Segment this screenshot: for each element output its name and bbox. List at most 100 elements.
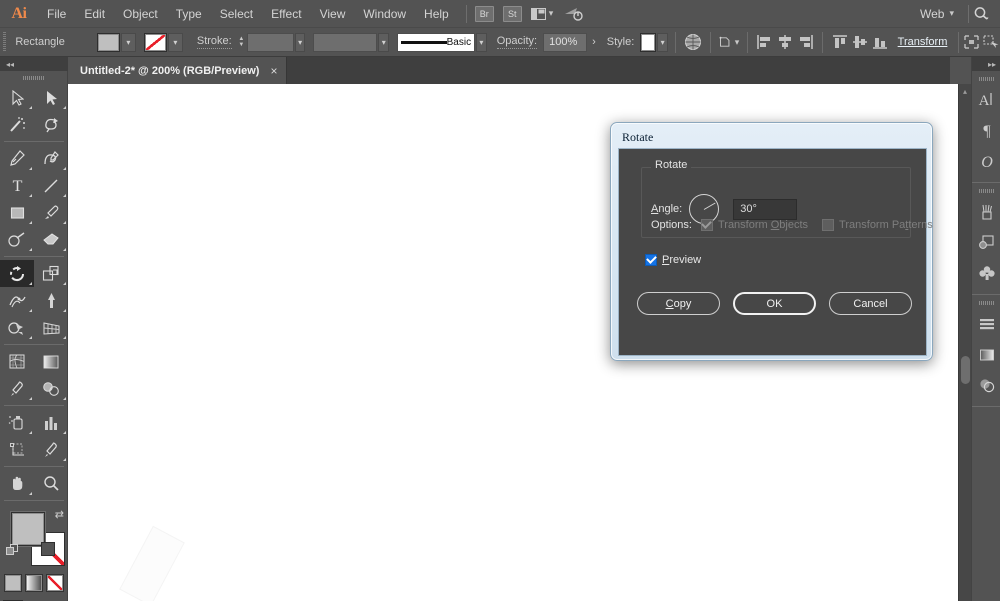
opacity-input[interactable]: 100% — [543, 33, 587, 52]
symbol-sprayer-tool[interactable] — [0, 409, 34, 436]
align-center-horizontal-icon[interactable] — [776, 32, 794, 53]
close-icon[interactable]: × — [270, 65, 277, 77]
column-graph-tool[interactable] — [34, 409, 68, 436]
align-left-icon[interactable] — [756, 32, 774, 53]
swap-fill-stroke-icon[interactable]: ⇄ — [55, 508, 64, 521]
variable-width-dropdown-icon[interactable]: ▾ — [378, 33, 389, 52]
rotate-tool[interactable] — [0, 260, 34, 287]
dock-group-grip[interactable] — [972, 297, 1000, 308]
color-mode-button[interactable] — [4, 574, 22, 592]
eyedropper-tool[interactable] — [0, 375, 34, 402]
opentype-panel-icon[interactable]: O — [972, 146, 1000, 177]
scale-tool[interactable] — [34, 260, 68, 287]
document-tab[interactable]: Untitled-2* @ 200% (RGB/Preview) × — [68, 57, 287, 84]
paintbrush-tool[interactable] — [34, 199, 68, 226]
rectangle-tool[interactable] — [0, 199, 34, 226]
stroke-dropdown-icon[interactable]: ▾ — [168, 33, 183, 52]
control-bar-grip[interactable] — [3, 32, 6, 52]
brush-definition-dropdown-icon[interactable]: ▾ — [476, 33, 487, 52]
stock-button[interactable]: St — [503, 6, 522, 22]
fill-swatch[interactable] — [97, 33, 120, 52]
stroke-weight-label[interactable]: Stroke: — [197, 35, 232, 49]
menu-window[interactable]: Window — [354, 0, 415, 28]
align-right-icon[interactable] — [796, 32, 814, 53]
arrange-documents-icon[interactable]: ▾ — [531, 8, 554, 20]
blend-tool[interactable] — [34, 375, 68, 402]
menu-effect[interactable]: Effect — [262, 0, 310, 28]
mesh-tool[interactable] — [0, 348, 34, 375]
brush-definition-field[interactable]: Basic — [397, 33, 475, 52]
stroke-variable-width-field[interactable] — [313, 33, 377, 52]
artboard-tool[interactable] — [0, 436, 34, 463]
free-transform-tool[interactable] — [34, 287, 68, 314]
pen-tool[interactable] — [0, 145, 34, 172]
eraser-tool[interactable] — [34, 226, 68, 253]
magic-wand-tool[interactable] — [0, 111, 34, 138]
curvature-tool[interactable] — [34, 145, 68, 172]
copy-button[interactable]: Copy — [637, 292, 720, 315]
fill-dropdown-icon[interactable]: ▾ — [121, 33, 136, 52]
dock-group-grip[interactable] — [972, 185, 1000, 196]
fill-swatch-control[interactable]: ▾ — [97, 33, 136, 52]
align-panel-icon[interactable] — [972, 308, 1000, 339]
menu-select[interactable]: Select — [211, 0, 262, 28]
stroke-weight-stepper[interactable]: ▲▼ — [238, 33, 245, 52]
selection-tool[interactable] — [0, 84, 34, 111]
hand-tool[interactable] — [0, 470, 34, 497]
checkbox-icon[interactable] — [645, 254, 657, 266]
align-center-vertical-icon[interactable] — [851, 32, 869, 53]
lasso-tool[interactable] — [34, 111, 68, 138]
graphic-style-swatch[interactable] — [640, 33, 656, 52]
scrollbar-thumb[interactable] — [961, 356, 970, 384]
transform-shape-icon[interactable]: ▾ — [718, 32, 739, 53]
angle-input[interactable]: 30° — [733, 199, 797, 220]
rotate-dialog[interactable]: Rotate Rotate Angle: 30° Options: Transf… — [610, 122, 933, 361]
symbols-panel-icon[interactable] — [972, 227, 1000, 258]
ok-button[interactable]: OK — [733, 292, 816, 315]
vertical-scrollbar[interactable]: ▴ — [958, 84, 971, 601]
default-fill-stroke-icon[interactable] — [6, 544, 19, 557]
shaper-tool[interactable] — [0, 226, 34, 253]
document-setup-icon[interactable] — [684, 32, 702, 53]
type-tool[interactable]: T — [0, 172, 34, 199]
toolbar-collapse-button[interactable]: ◂◂ — [0, 57, 68, 71]
dock-expand-button[interactable]: ▸▸ — [972, 57, 1000, 71]
shape-builder-tool[interactable] — [0, 314, 34, 341]
perspective-grid-tool[interactable] — [34, 314, 68, 341]
preview-checkbox[interactable]: Preview — [645, 254, 701, 266]
tools-panel-grip[interactable] — [0, 71, 67, 84]
bridge-button[interactable]: Br — [475, 6, 494, 22]
opacity-label[interactable]: Opacity: — [497, 35, 537, 49]
gradient-panel-icon[interactable] — [972, 339, 1000, 370]
stroke-weight-dropdown-icon[interactable]: ▾ — [295, 33, 306, 52]
menu-help[interactable]: Help — [415, 0, 458, 28]
transparency-panel-icon[interactable] — [972, 370, 1000, 401]
cancel-button[interactable]: Cancel — [829, 292, 912, 315]
select-similar-icon[interactable] — [982, 32, 999, 53]
graphic-style-dropdown-icon[interactable]: ▾ — [657, 33, 668, 52]
stroke-swatch[interactable] — [144, 33, 167, 52]
width-tool[interactable] — [0, 287, 34, 314]
character-panel-icon[interactable]: A — [972, 84, 1000, 115]
line-segment-tool[interactable] — [34, 172, 68, 199]
sync-settings-icon[interactable] — [564, 6, 584, 22]
menu-view[interactable]: View — [311, 0, 355, 28]
direct-selection-tool[interactable] — [34, 84, 68, 111]
none-mode-button[interactable] — [46, 574, 64, 592]
fill-color-box[interactable] — [11, 512, 45, 546]
search-icon[interactable] — [973, 6, 990, 21]
isolate-selected-icon[interactable] — [963, 32, 980, 53]
align-bottom-icon[interactable] — [871, 32, 889, 53]
graphic-styles-panel-icon[interactable] — [972, 258, 1000, 289]
align-top-icon[interactable] — [831, 32, 849, 53]
slice-tool[interactable] — [34, 436, 68, 463]
scroll-up-icon[interactable]: ▴ — [959, 84, 971, 98]
gradient-mode-button[interactable] — [25, 574, 43, 592]
menu-type[interactable]: Type — [167, 0, 211, 28]
gradient-tool[interactable] — [34, 348, 68, 375]
brushes-panel-icon[interactable] — [972, 196, 1000, 227]
stroke-swatch-control[interactable]: ▾ — [144, 33, 183, 52]
zoom-tool[interactable] — [34, 470, 68, 497]
opacity-expand-icon[interactable]: › — [587, 36, 601, 48]
paragraph-panel-icon[interactable]: ¶ — [972, 115, 1000, 146]
